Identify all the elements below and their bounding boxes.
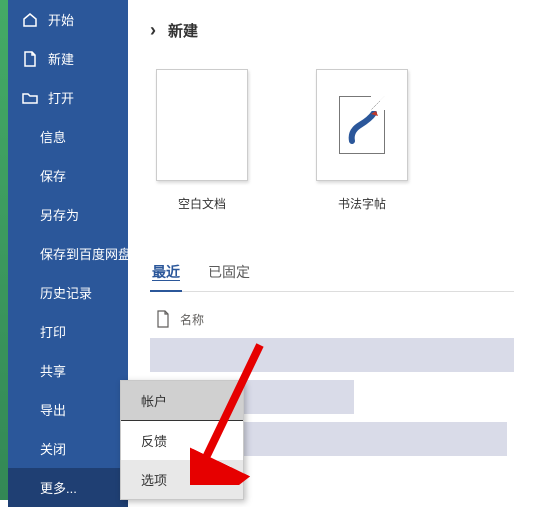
sidebar-item-export[interactable]: 导出 — [8, 390, 128, 429]
sidebar-label: 开始 — [48, 10, 74, 29]
more-popup: 帐户 反馈 选项 — [120, 380, 244, 500]
sidebar-item-more[interactable]: 更多... — [8, 468, 128, 507]
list-header: 名称 — [150, 304, 514, 338]
folder-open-icon — [22, 90, 38, 106]
sidebar-label: 打开 — [48, 88, 74, 107]
column-name: 名称 — [180, 311, 204, 328]
sidebar-label: 关闭 — [40, 439, 66, 458]
sidebar-label: 更多... — [40, 478, 77, 497]
sidebar-item-save-as[interactable]: 另存为 — [8, 195, 128, 234]
sidebar-item-save[interactable]: 保存 — [8, 156, 128, 195]
chevron-right-icon: › — [150, 20, 156, 41]
page-title: 新建 — [168, 20, 198, 41]
sidebar-item-open[interactable]: 打开 — [8, 78, 128, 117]
list-item[interactable] — [150, 338, 514, 372]
sidebar-label: 信息 — [40, 127, 66, 146]
window-edge — [0, 0, 8, 500]
document-icon — [156, 310, 170, 328]
brush-icon — [348, 111, 378, 145]
new-document-icon — [22, 51, 38, 67]
template-gallery: 空白文档 书法字帖 — [156, 69, 514, 212]
sidebar-item-history[interactable]: 历史记录 — [8, 273, 128, 312]
tab-pinned[interactable]: 已固定 — [206, 262, 252, 291]
sidebar-label: 导出 — [40, 400, 66, 419]
sidebar-label: 保存到百度网盘 — [40, 244, 131, 263]
recent-tabs: 最近 已固定 — [150, 262, 514, 292]
template-blank[interactable]: 空白文档 — [156, 69, 248, 212]
sidebar-label: 保存 — [40, 166, 66, 185]
sidebar-item-print[interactable]: 打印 — [8, 312, 128, 351]
template-calligraphy-thumb — [316, 69, 408, 181]
sidebar-label: 新建 — [48, 49, 74, 68]
popup-item-feedback[interactable]: 反馈 — [121, 421, 243, 460]
backstage-sidebar: 开始 新建 打开 信息 保存 另存为 保存到百度网盘 历史记录 — [8, 0, 128, 500]
page-title-row: › 新建 — [150, 20, 514, 41]
sidebar-item-info[interactable]: 信息 — [8, 117, 128, 156]
sidebar-label: 共享 — [40, 361, 66, 380]
sidebar-item-new[interactable]: 新建 — [8, 39, 128, 78]
sidebar-label: 历史记录 — [40, 283, 92, 302]
sidebar-label: 打印 — [40, 322, 66, 341]
template-blank-thumb — [156, 69, 248, 181]
template-label: 空白文档 — [178, 195, 226, 212]
popup-item-account[interactable]: 帐户 — [121, 381, 243, 421]
template-label: 书法字帖 — [338, 195, 386, 212]
sidebar-item-close[interactable]: 关闭 — [8, 429, 128, 468]
template-calligraphy[interactable]: 书法字帖 — [316, 69, 408, 212]
sidebar-item-save-baidu[interactable]: 保存到百度网盘 — [8, 234, 128, 273]
sidebar-item-share[interactable]: 共享 — [8, 351, 128, 390]
sidebar-label: 另存为 — [40, 205, 79, 224]
home-icon — [22, 12, 38, 28]
sidebar-item-start[interactable]: 开始 — [8, 0, 128, 39]
tab-recent[interactable]: 最近 — [150, 262, 182, 292]
popup-item-options[interactable]: 选项 — [121, 460, 243, 499]
